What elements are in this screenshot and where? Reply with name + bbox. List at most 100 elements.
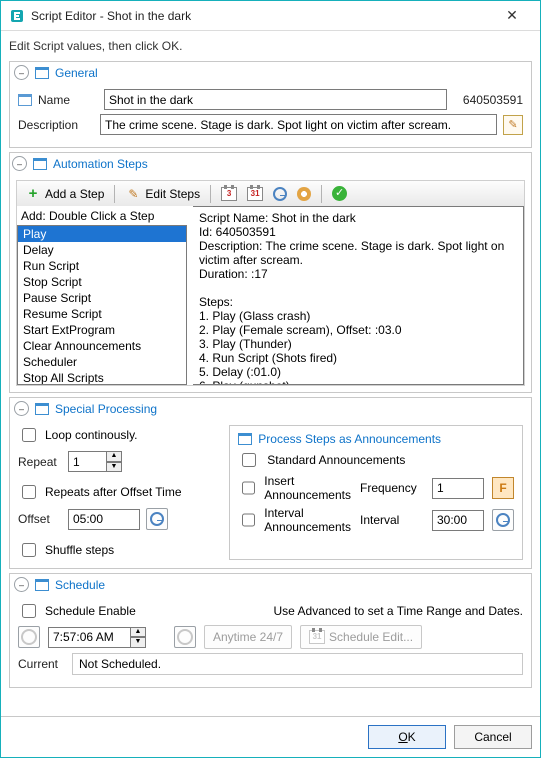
name-input[interactable] bbox=[104, 89, 447, 110]
clock-icon bbox=[150, 512, 164, 526]
plus-icon: + bbox=[25, 186, 41, 202]
section-title: Automation Steps bbox=[53, 157, 148, 171]
offset-clock-button[interactable] bbox=[146, 508, 168, 530]
disc-button[interactable] bbox=[293, 185, 315, 203]
clock-icon bbox=[496, 513, 510, 527]
cancel-button[interactable]: Cancel bbox=[454, 725, 532, 749]
step-item[interactable]: Resume Script bbox=[18, 306, 186, 322]
schedule-edit-button: 31 Schedule Edit... bbox=[300, 625, 422, 649]
section-header-special: – Special Processing bbox=[10, 398, 531, 419]
insert-label: Insert Announcements bbox=[264, 474, 352, 502]
time-up[interactable]: ▲ bbox=[130, 627, 146, 638]
collapse-special[interactable]: – bbox=[14, 401, 29, 416]
footer: OK Cancel bbox=[1, 716, 540, 757]
interval-input[interactable] bbox=[432, 510, 484, 531]
anytime-button: Anytime 24/7 bbox=[204, 625, 292, 649]
loop-label: Loop continously. bbox=[45, 428, 138, 442]
interval-ann-checkbox[interactable]: Interval Announcements bbox=[238, 506, 352, 534]
edit-description-icon[interactable]: ✎ bbox=[503, 115, 523, 135]
schedule-enable-label: Schedule Enable bbox=[45, 604, 136, 618]
repeat-input[interactable] bbox=[68, 451, 106, 472]
description-input[interactable] bbox=[100, 114, 497, 135]
advanced-hint: Use Advanced to set a Time Range and Dat… bbox=[274, 604, 523, 618]
repeat-label: Repeat bbox=[18, 455, 62, 469]
frequency-input[interactable] bbox=[432, 478, 484, 499]
section-icon bbox=[35, 579, 49, 591]
pencil-icon: ✎ bbox=[125, 186, 141, 202]
automation-body: Add: Double Click a Step PlayDelayRun Sc… bbox=[16, 206, 525, 386]
repeat-up[interactable]: ▲ bbox=[106, 451, 122, 462]
check-icon: ✓ bbox=[332, 186, 347, 201]
section-automation: – Automation Steps + Add a Step ✎ Edit S… bbox=[9, 152, 532, 393]
step-item[interactable]: Stop Script bbox=[18, 274, 186, 290]
process-title: Process Steps as Announcements bbox=[258, 432, 441, 446]
section-icon bbox=[35, 67, 49, 79]
automation-toolbar: + Add a Step ✎ Edit Steps 3 31 ✓ bbox=[16, 180, 525, 206]
calendar-31-button[interactable]: 31 bbox=[243, 185, 267, 203]
anytime-clock-button bbox=[174, 626, 196, 648]
time-clock-button bbox=[18, 626, 40, 648]
hint-text: Edit Script values, then click OK. bbox=[9, 37, 532, 57]
edit-steps-button[interactable]: ✎ Edit Steps bbox=[121, 184, 204, 204]
step-item[interactable]: Stop All Scripts bbox=[18, 370, 186, 385]
repeats-after-label: Repeats after Offset Time bbox=[45, 485, 182, 499]
section-icon bbox=[35, 403, 49, 415]
add-step-button[interactable]: + Add a Step bbox=[21, 184, 108, 204]
steps-list[interactable]: PlayDelayRun ScriptStop ScriptPause Scri… bbox=[17, 225, 187, 385]
edit-steps-label: Edit Steps bbox=[145, 187, 200, 201]
app-icon bbox=[9, 8, 25, 24]
step-item[interactable]: Clear Announcements bbox=[18, 338, 186, 354]
add-hint: Add: Double Click a Step bbox=[17, 206, 187, 225]
desc-label: Description bbox=[18, 118, 94, 132]
stopwatch-button[interactable] bbox=[269, 185, 291, 203]
repeats-after-checkbox[interactable]: Repeats after Offset Time bbox=[18, 482, 219, 502]
standard-label: Standard Announcements bbox=[267, 453, 405, 467]
current-label: Current bbox=[18, 657, 64, 671]
step-item[interactable]: Play bbox=[18, 226, 186, 242]
step-item[interactable]: Run Script bbox=[18, 258, 186, 274]
time-input[interactable] bbox=[48, 627, 130, 648]
clock-icon bbox=[177, 629, 193, 645]
standard-ann-checkbox[interactable]: Standard Announcements bbox=[238, 450, 514, 470]
offset-input[interactable] bbox=[68, 509, 140, 530]
loop-checkbox[interactable]: Loop continously. bbox=[18, 425, 219, 445]
schedule-edit-label: Schedule Edit... bbox=[329, 630, 413, 644]
window-body: Edit Script values, then click OK. – Gen… bbox=[1, 31, 540, 716]
section-special: – Special Processing Loop continously. R… bbox=[9, 397, 532, 569]
script-textarea[interactable]: Script Name: Shot in the dark Id: 640503… bbox=[193, 206, 524, 385]
separator bbox=[321, 185, 322, 203]
repeat-spinner[interactable]: ▲▼ bbox=[68, 451, 122, 472]
collapse-automation[interactable]: – bbox=[12, 156, 27, 171]
close-button[interactable]: ✕ bbox=[492, 2, 532, 30]
disc-icon bbox=[297, 187, 311, 201]
step-item[interactable]: Pause Script bbox=[18, 290, 186, 306]
section-header-automation: – Automation Steps bbox=[8, 153, 533, 174]
offset-label: Offset bbox=[18, 512, 62, 526]
frequency-label: Frequency bbox=[360, 481, 424, 495]
clock-icon bbox=[273, 187, 287, 201]
calendar-icon: 31 bbox=[309, 630, 325, 644]
step-item[interactable]: Delay bbox=[18, 242, 186, 258]
collapse-schedule[interactable]: – bbox=[14, 577, 29, 592]
id-text: 640503591 bbox=[453, 93, 523, 107]
frequency-f-button[interactable]: F bbox=[492, 477, 514, 499]
section-title: Schedule bbox=[55, 578, 105, 592]
clock-icon bbox=[21, 629, 37, 645]
calendar-3-button[interactable]: 3 bbox=[217, 185, 241, 203]
step-item[interactable]: Start ExtProgram bbox=[18, 322, 186, 338]
shuffle-label: Shuffle steps bbox=[45, 543, 114, 557]
insert-ann-checkbox[interactable]: Insert Announcements bbox=[238, 474, 352, 502]
step-item[interactable]: Scheduler bbox=[18, 354, 186, 370]
time-down[interactable]: ▼ bbox=[130, 637, 146, 648]
interval-clock-button[interactable] bbox=[492, 509, 514, 531]
schedule-enable-checkbox[interactable]: Schedule Enable bbox=[18, 601, 136, 621]
collapse-general[interactable]: – bbox=[14, 65, 29, 80]
special-right: Process Steps as Announcements Standard … bbox=[229, 425, 523, 560]
shuffle-checkbox[interactable]: Shuffle steps bbox=[18, 540, 219, 560]
ok-button[interactable]: OK bbox=[368, 725, 446, 749]
repeat-down[interactable]: ▼ bbox=[106, 462, 122, 473]
time-spinner[interactable]: ▲▼ bbox=[48, 627, 146, 648]
validate-button[interactable]: ✓ bbox=[328, 184, 351, 203]
special-left: Loop continously. Repeat ▲▼ Repeats afte… bbox=[18, 425, 219, 560]
process-header: Process Steps as Announcements bbox=[238, 432, 514, 446]
